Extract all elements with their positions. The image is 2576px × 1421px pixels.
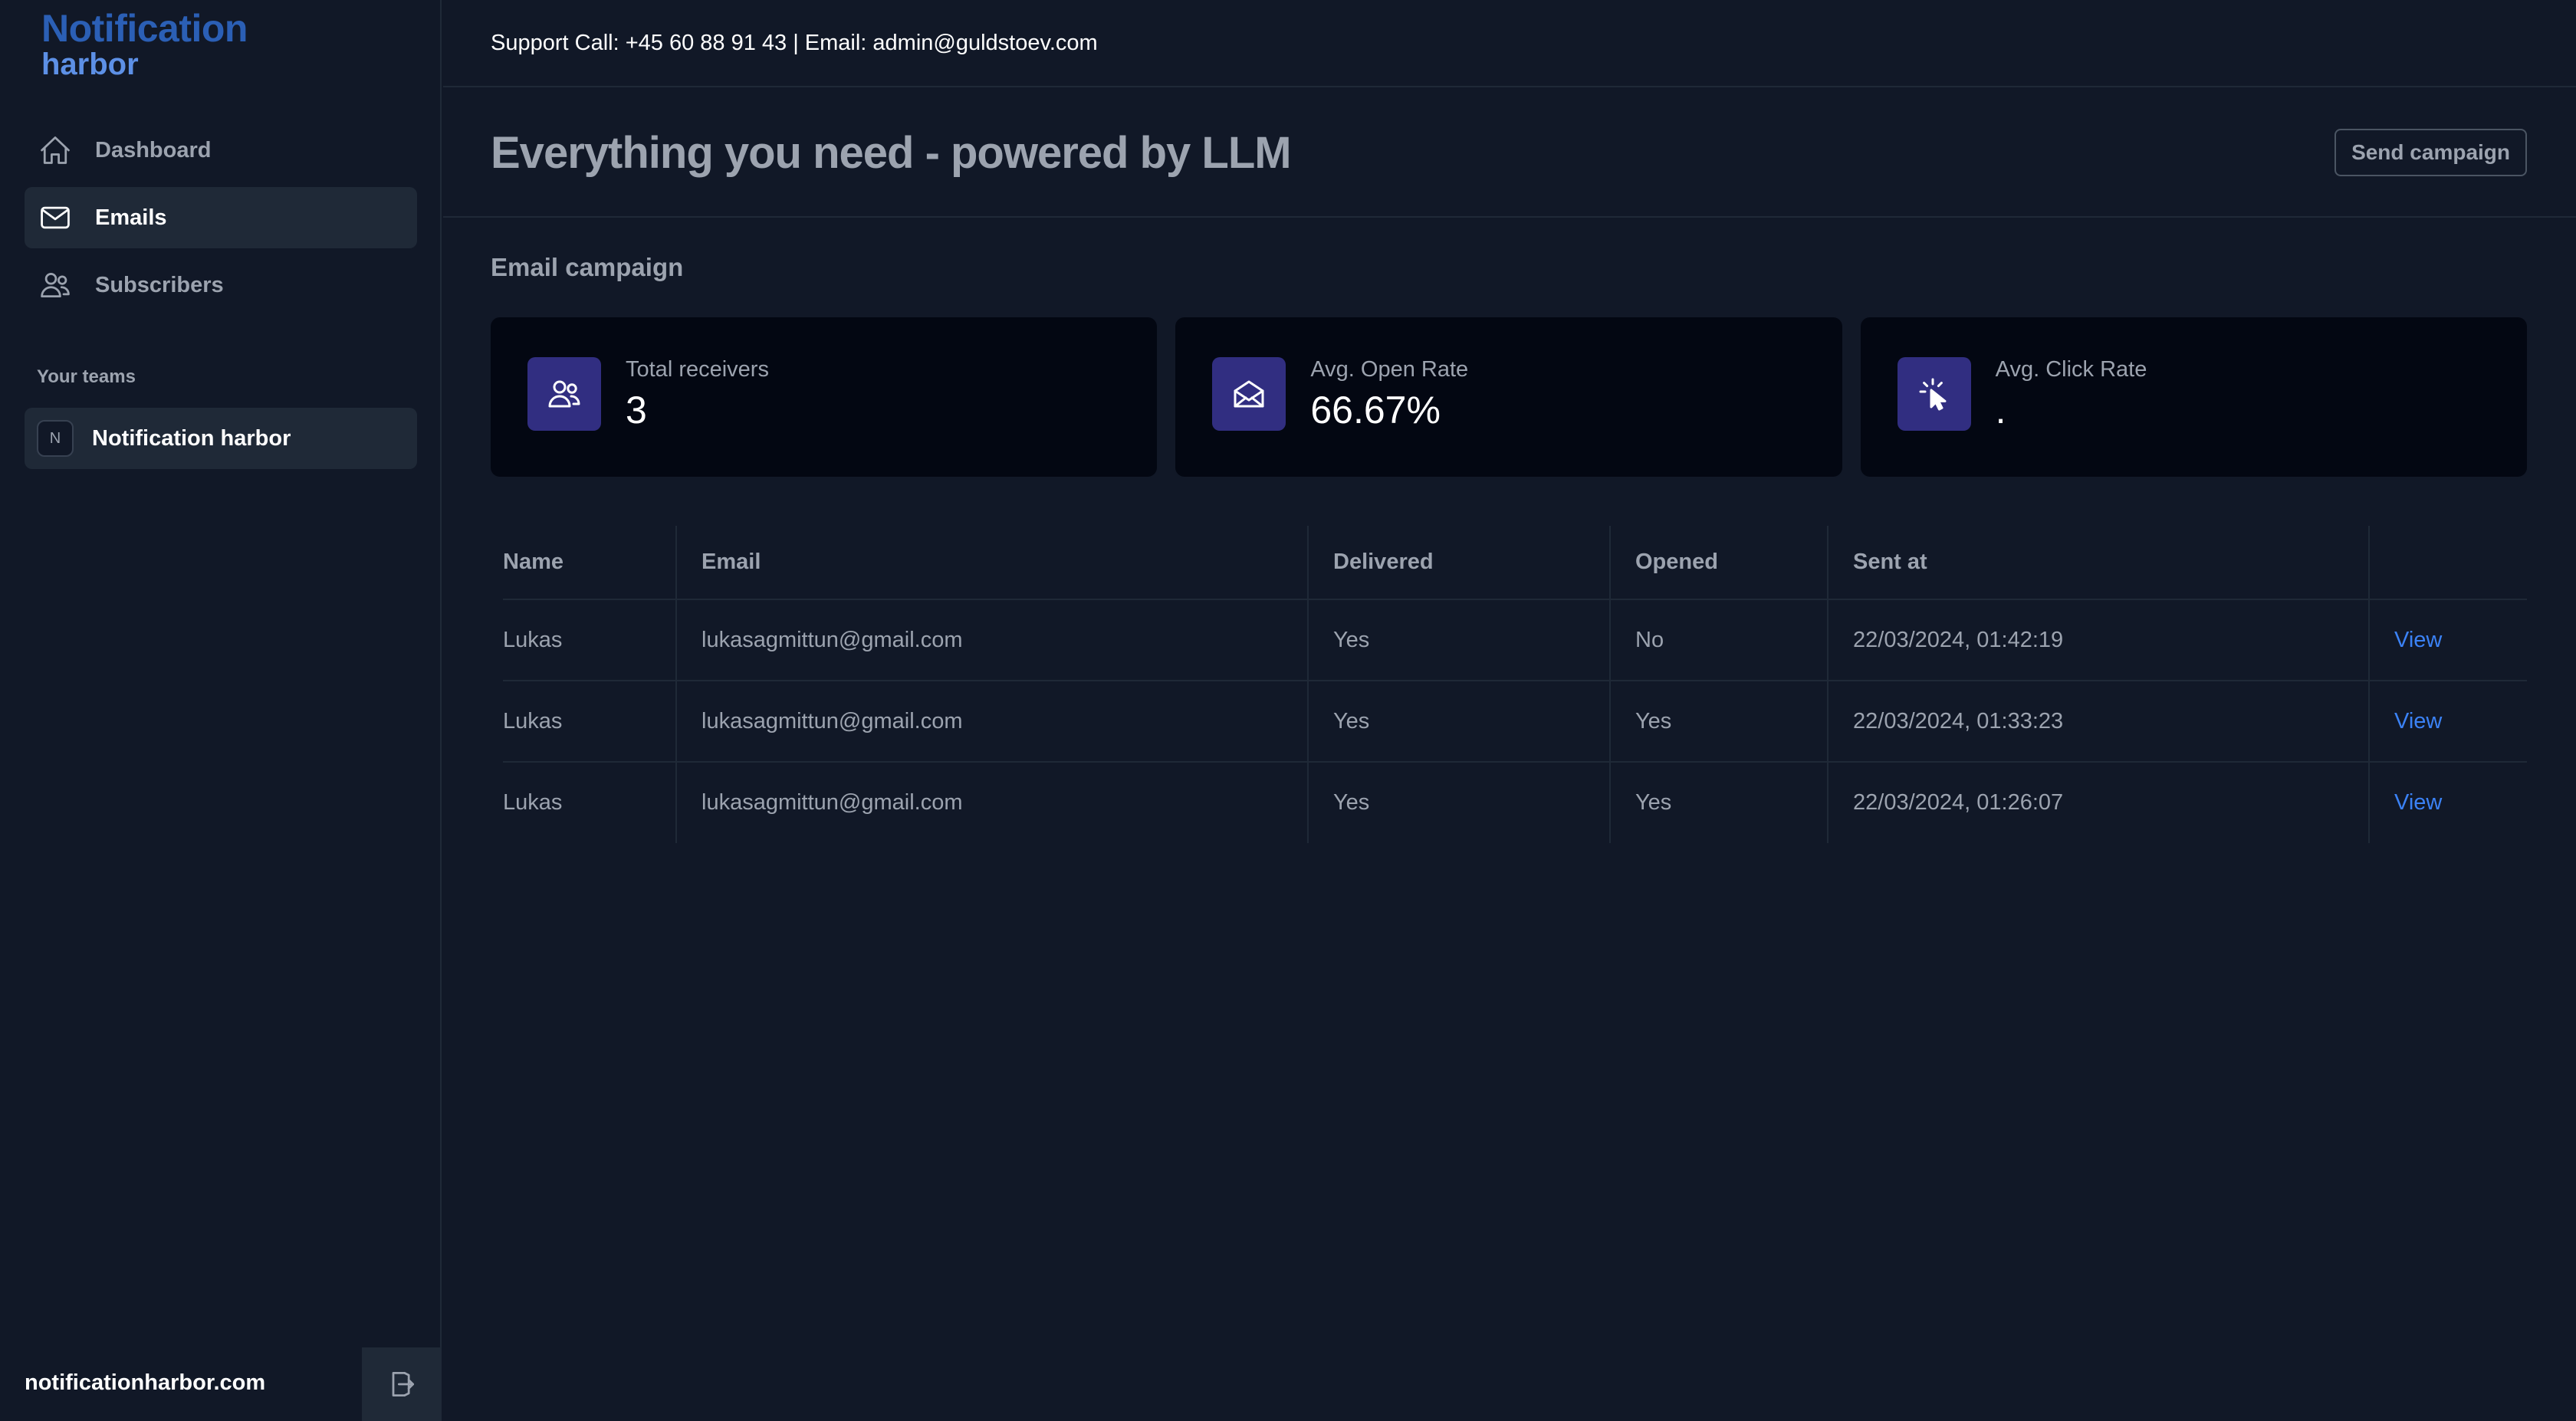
cursor-click-icon (1897, 357, 1971, 431)
stats-row: Total receivers 3 Avg. Open Rate 66.67% (491, 317, 2527, 477)
campaign-table-wrapper: Name Email Delivered Opened Sent at Luka… (491, 526, 2527, 843)
team-name: Notification harbor (92, 425, 291, 451)
section-title: Email campaign (491, 253, 684, 281)
column-header-delivered: Delivered (1308, 526, 1611, 600)
users-icon (41, 272, 70, 298)
envelope-open-icon (1212, 357, 1286, 431)
envelope-icon (41, 206, 70, 229)
table-row: Lukas lukasagmittun@gmail.com Yes Yes 22… (503, 762, 2527, 843)
sidebar-item-label: Dashboard (95, 137, 212, 162)
view-link[interactable]: View (2394, 628, 2442, 652)
column-header-opened: Opened (1610, 526, 1829, 600)
cell-name: Lukas (503, 762, 677, 843)
stat-card-open-rate: Avg. Open Rate 66.67% (1175, 317, 1842, 477)
cell-opened: Yes (1610, 762, 1829, 843)
page-title: Everything you need - powered by LLM (491, 128, 1292, 178)
site-link[interactable]: notificationharbor.com (25, 1370, 265, 1396)
send-campaign-button[interactable]: Send campaign (2334, 129, 2527, 176)
support-bar: Support Call: +45 60 88 91 43 | Email: a… (443, 0, 2576, 87)
stat-card-click-rate: Avg. Click Rate . (1860, 317, 2527, 477)
users-icon (527, 357, 601, 431)
team-item-notification-harbor[interactable]: N Notification harbor (25, 408, 417, 469)
sidebar-item-label: Subscribers (95, 272, 224, 297)
column-header-name: Name (503, 526, 677, 600)
view-link[interactable]: View (2394, 709, 2442, 733)
support-info: Support Call: +45 60 88 91 43 | Email: a… (491, 30, 1098, 55)
teams-heading: Your teams (37, 366, 136, 387)
cell-opened: No (1610, 599, 1829, 681)
campaign-table: Name Email Delivered Opened Sent at Luka… (503, 526, 2527, 843)
main-content: Support Call: +45 60 88 91 43 | Email: a… (443, 0, 2576, 1421)
cell-sent-at: 22/03/2024, 01:33:23 (1828, 681, 2370, 763)
home-icon (41, 136, 70, 164)
column-header-sent-at: Sent at (1828, 526, 2370, 600)
cell-opened: Yes (1610, 681, 1829, 763)
stat-card-total-receivers: Total receivers 3 (491, 317, 1158, 477)
sidebar-item-label: Emails (95, 205, 167, 230)
cell-delivered: Yes (1308, 762, 1611, 843)
team-avatar: N (37, 420, 74, 457)
stat-value: . (1995, 389, 2006, 432)
sidebar: Notification harbor Dashboard Emails Sub… (0, 0, 442, 1421)
cell-email: lukasagmittun@gmail.com (676, 681, 1309, 763)
logo-line1: Notification (41, 7, 248, 50)
app-root: Notification harbor Dashboard Emails Sub… (0, 0, 2576, 1421)
cell-action: View (2369, 762, 2527, 843)
cell-name: Lukas (503, 599, 677, 681)
sidebar-item-dashboard[interactable]: Dashboard (25, 120, 417, 181)
cell-action: View (2369, 599, 2527, 681)
logout-button[interactable] (362, 1347, 442, 1421)
stat-label: Total receivers (626, 357, 769, 382)
sidebar-item-emails[interactable]: Emails (25, 187, 417, 248)
logout-icon (392, 1371, 415, 1397)
page-header: Everything you need - powered by LLM Sen… (443, 87, 2576, 218)
stat-label: Avg. Open Rate (1310, 357, 1469, 382)
view-link[interactable]: View (2394, 790, 2442, 815)
cell-delivered: Yes (1308, 681, 1611, 763)
table-row: Lukas lukasagmittun@gmail.com Yes Yes 22… (503, 681, 2527, 763)
cell-delivered: Yes (1308, 599, 1611, 681)
cell-email: lukasagmittun@gmail.com (676, 762, 1309, 843)
stat-value: 3 (626, 389, 647, 432)
stat-label: Avg. Click Rate (1995, 357, 2147, 382)
stat-value: 66.67% (1310, 389, 1441, 432)
table-row: Lukas lukasagmittun@gmail.com Yes No 22/… (503, 599, 2527, 681)
column-header-email: Email (676, 526, 1309, 600)
sidebar-nav: Dashboard Emails Subscribers (25, 120, 417, 322)
logo[interactable]: Notification harbor (41, 9, 248, 80)
cell-sent-at: 22/03/2024, 01:26:07 (1828, 762, 2370, 843)
cell-action: View (2369, 681, 2527, 763)
cell-sent-at: 22/03/2024, 01:42:19 (1828, 599, 2370, 681)
logo-line2: harbor (41, 48, 139, 81)
sidebar-footer: notificationharbor.com (0, 1347, 442, 1421)
sidebar-item-subscribers[interactable]: Subscribers (25, 254, 417, 316)
cell-email: lukasagmittun@gmail.com (676, 599, 1309, 681)
cell-name: Lukas (503, 681, 677, 763)
table-header-row: Name Email Delivered Opened Sent at (503, 526, 2527, 600)
column-header-actions (2369, 526, 2527, 600)
